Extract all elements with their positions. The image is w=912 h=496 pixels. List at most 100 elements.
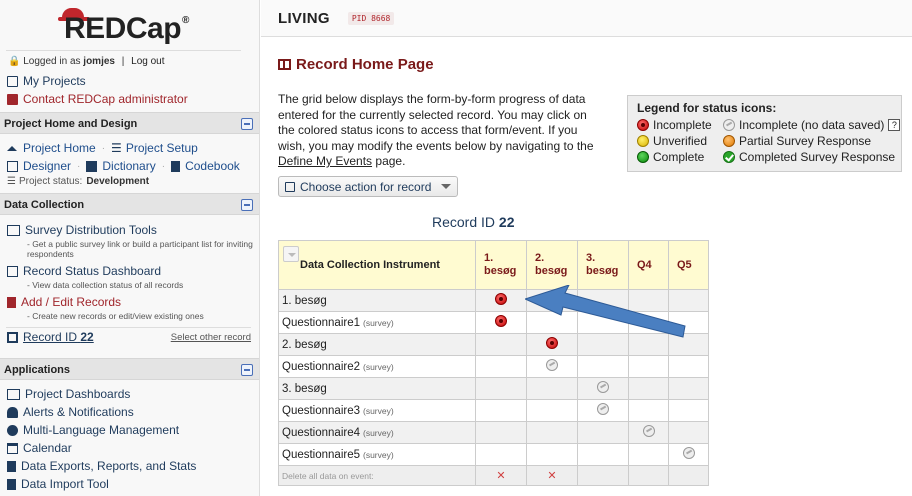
login-info: 🔒 Logged in as jomjes | Log out xyxy=(8,56,165,67)
file-icon xyxy=(7,296,16,308)
collapse-button[interactable] xyxy=(241,118,253,130)
survey-tag: (survey) xyxy=(363,427,394,438)
data-import-link[interactable]: Data Import Tool xyxy=(0,475,259,493)
project-status: ☰ Project status: Development xyxy=(7,176,150,187)
multi-language-link[interactable]: Multi-Language Management xyxy=(0,421,259,439)
no-data-icon xyxy=(723,119,735,131)
status-cell[interactable] xyxy=(577,399,629,422)
instrument-name: Questionnaire5 (survey) xyxy=(278,443,476,466)
dictionary-link[interactable]: Dictionary xyxy=(102,159,155,173)
projects-icon xyxy=(7,75,18,87)
instrument-name: Questionnaire3 (survey) xyxy=(278,399,476,422)
my-projects-link[interactable]: My Projects xyxy=(0,72,259,90)
calendar-link[interactable]: Calendar xyxy=(0,439,259,457)
status-cell xyxy=(526,421,578,444)
complete-icon xyxy=(637,151,649,163)
codebook-link[interactable]: Codebook xyxy=(185,159,240,173)
status-cell xyxy=(577,355,629,378)
no-data-status-icon[interactable] xyxy=(546,359,558,371)
intro-text: The grid below displays the form-by-form… xyxy=(278,92,594,168)
designer-link[interactable]: Designer xyxy=(23,159,71,173)
define-events-link[interactable]: Define My Events xyxy=(278,154,372,168)
current-record: Record ID 22 Select other record xyxy=(0,328,259,346)
status-cell xyxy=(628,399,669,422)
redcap-logo[interactable]: REDCap® xyxy=(0,0,259,50)
delete-event-icon[interactable]: ✕ xyxy=(496,470,505,482)
project-setup-link[interactable]: Project Setup xyxy=(126,141,198,155)
event-header: 3. besøg xyxy=(577,240,629,290)
choose-action-dropdown[interactable]: Choose action for record xyxy=(278,176,458,197)
collapse-toggle-icon[interactable] xyxy=(283,246,299,262)
no-data-status-icon[interactable] xyxy=(682,447,695,459)
status-cell xyxy=(628,311,669,334)
incomplete-status-icon[interactable] xyxy=(495,315,507,327)
help-icon[interactable]: ? xyxy=(888,119,901,131)
no-data-status-icon[interactable] xyxy=(597,381,609,393)
table-row: Questionnaire3 (survey) xyxy=(278,399,709,422)
event-header: Q4 xyxy=(628,240,669,290)
bell-icon xyxy=(7,406,18,418)
import-icon xyxy=(7,478,16,490)
username: jomjes xyxy=(83,56,115,67)
delete-cell xyxy=(577,465,629,486)
status-cell xyxy=(475,399,527,422)
collapse-button[interactable] xyxy=(241,364,253,376)
status-cell[interactable] xyxy=(475,289,527,312)
status-legend: Legend for status icons: Incomplete Inco… xyxy=(627,95,902,172)
status-cell xyxy=(475,377,527,400)
status-cell xyxy=(668,377,709,400)
status-cell xyxy=(475,333,527,356)
status-cell xyxy=(577,421,629,444)
event-header: Q5 xyxy=(668,240,709,290)
status-cell xyxy=(526,289,578,312)
collapse-button[interactable] xyxy=(241,199,253,211)
add-edit-desc: - Create new records or edit/view existi… xyxy=(27,311,204,321)
incomplete-status-icon[interactable] xyxy=(546,337,558,349)
record-id-link[interactable]: Record ID 22 xyxy=(23,330,94,344)
no-data-status-icon[interactable] xyxy=(642,425,655,437)
survey-tools-link[interactable]: Survey Distribution Tools xyxy=(0,221,259,239)
instrument-name: Questionnaire4 (survey) xyxy=(278,421,476,444)
logout-link[interactable]: Log out xyxy=(131,56,164,67)
data-exports-link[interactable]: Data Exports, Reports, and Stats xyxy=(0,457,259,475)
delete-event-icon[interactable]: ✕ xyxy=(547,470,556,482)
instrument-name: Questionnaire1 (survey) xyxy=(278,311,476,334)
instrument-name: 3. besøg xyxy=(278,377,476,400)
status-cell[interactable] xyxy=(475,311,527,334)
alerts-link[interactable]: Alerts & Notifications xyxy=(0,403,259,421)
event-header: 2. besøg xyxy=(526,240,578,290)
project-home-link[interactable]: Project Home xyxy=(23,141,96,155)
add-edit-records-link[interactable]: Add / Edit Records xyxy=(0,293,259,311)
unverified-icon xyxy=(637,135,649,147)
status-cell xyxy=(475,443,527,466)
project-dashboards-link[interactable]: Project Dashboards xyxy=(0,385,259,403)
contact-admin-link[interactable]: Contact REDCap administrator xyxy=(0,90,259,108)
status-cell[interactable] xyxy=(668,443,709,466)
designer-icon xyxy=(7,160,18,172)
incomplete-status-icon[interactable] xyxy=(495,293,507,305)
delete-cell[interactable]: ✕ xyxy=(475,465,527,486)
delete-cell[interactable]: ✕ xyxy=(526,465,578,486)
event-header: 1. besøg xyxy=(475,240,527,290)
status-cell xyxy=(526,377,578,400)
select-other-record-link[interactable]: Select other record xyxy=(171,332,251,343)
no-data-status-icon[interactable] xyxy=(597,403,609,415)
grid-icon xyxy=(7,265,18,277)
status-cell[interactable] xyxy=(526,355,578,378)
status-cell[interactable] xyxy=(577,377,629,400)
record-icon xyxy=(7,331,18,343)
status-cell[interactable] xyxy=(628,421,669,444)
status-cell[interactable] xyxy=(526,333,578,356)
record-status-link[interactable]: Record Status Dashboard xyxy=(0,262,259,280)
status-cell xyxy=(668,333,709,356)
legend-title: Legend for status icons: xyxy=(637,101,777,115)
dictionary-icon xyxy=(86,160,98,172)
status-cell xyxy=(526,399,578,422)
status-cell xyxy=(628,377,669,400)
project-title: LIVING xyxy=(278,9,330,27)
survey-tag: (survey) xyxy=(363,317,394,328)
survey-tag: (survey) xyxy=(363,449,394,460)
page-title: Record Home Page xyxy=(278,56,434,73)
status-cell xyxy=(628,289,669,312)
section-applications: Applications xyxy=(0,358,259,380)
